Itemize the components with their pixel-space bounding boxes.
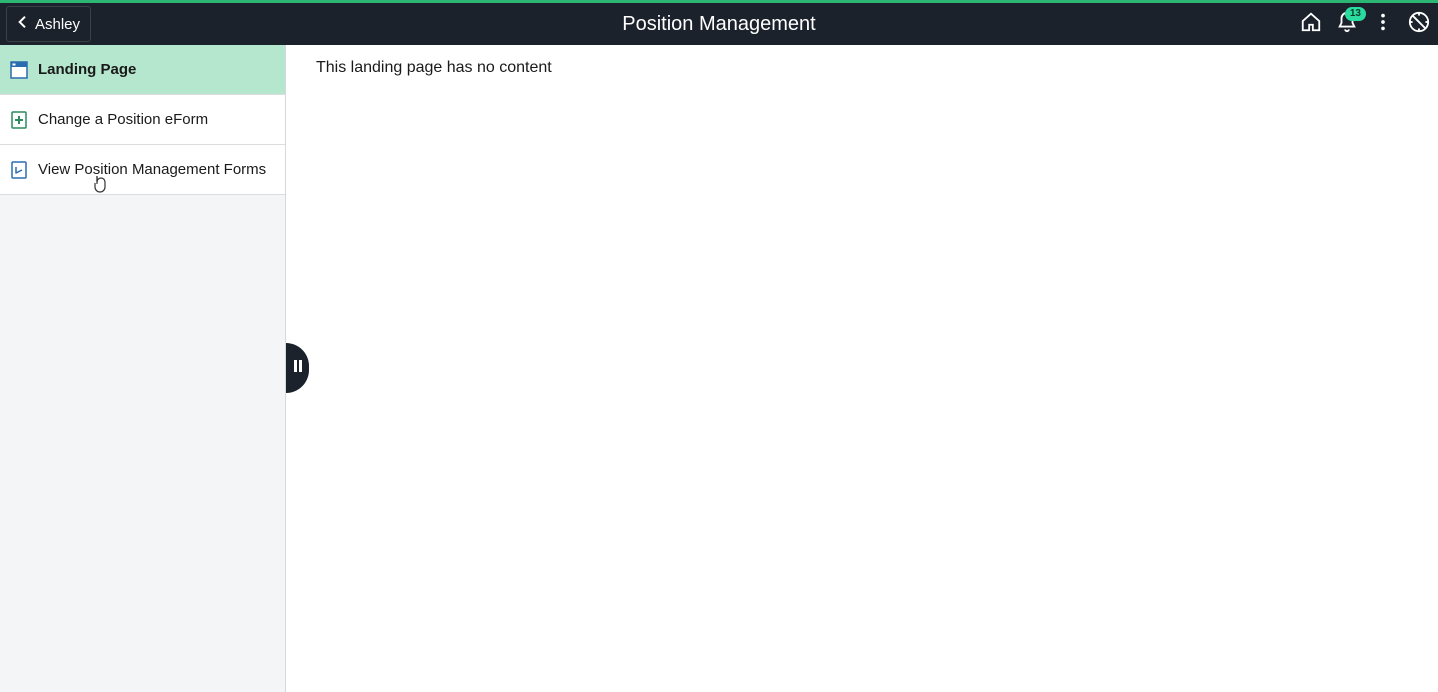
page-icon (10, 61, 28, 79)
sidebar-item-label: Landing Page (38, 61, 136, 78)
menu-button[interactable] (1372, 11, 1394, 38)
main-content: This landing page has no content (286, 45, 1438, 692)
back-label: Ashley (35, 16, 80, 33)
view-form-icon (10, 161, 28, 179)
main-layout: Landing Page Change a Position eForm Vie… (0, 45, 1438, 692)
help-button[interactable] (1408, 11, 1430, 38)
sidebar-item-landing-page[interactable]: Landing Page (0, 45, 285, 95)
home-button[interactable] (1300, 11, 1322, 38)
app-header: Ashley Position Management 13 (0, 3, 1438, 45)
pause-bars-icon (293, 359, 303, 378)
back-button[interactable]: Ashley (6, 6, 91, 42)
home-icon (1300, 11, 1322, 38)
sidebar-item-label: View Position Management Forms (38, 161, 266, 178)
empty-content-message: This landing page has no content (316, 59, 1408, 77)
compass-icon (1408, 11, 1430, 38)
sidebar-item-view-position-forms[interactable]: View Position Management Forms (0, 145, 285, 195)
chevron-left-icon (15, 14, 31, 34)
header-actions: 13 (1300, 11, 1430, 38)
sidebar-item-change-position-eform[interactable]: Change a Position eForm (0, 95, 285, 145)
notifications-button[interactable]: 13 (1336, 11, 1358, 38)
sidebar: Landing Page Change a Position eForm Vie… (0, 45, 286, 692)
sidebar-item-label: Change a Position eForm (38, 111, 208, 128)
page-title: Position Management (622, 13, 815, 36)
kebab-icon (1372, 11, 1394, 38)
add-form-icon (10, 111, 28, 129)
notification-badge: 13 (1345, 7, 1366, 21)
